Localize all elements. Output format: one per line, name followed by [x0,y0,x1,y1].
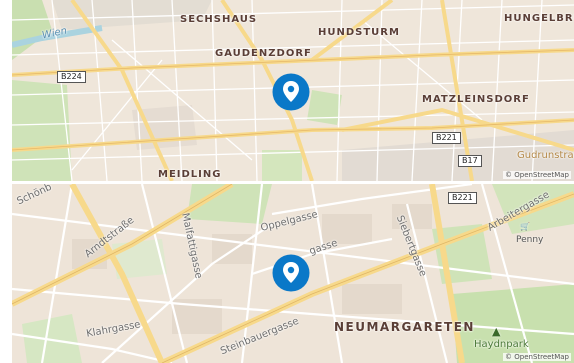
location-pin-icon[interactable] [272,254,310,292]
poi-label-penny: Penny [516,235,544,245]
map-attribution[interactable]: © OpenStreetMap [503,171,571,179]
district-label-neumargareten: NEUMARGARETEN [334,320,475,334]
map-attribution[interactable]: © OpenStreetMap [503,353,571,361]
tree-icon: ▲ [492,325,501,338]
map-overview[interactable]: SECHSHAUS HUNDSTURM HUNGELBRU GAUDENZDOR… [12,0,574,181]
park-label-haydnpark: Haydnpark [474,339,529,350]
district-label-meidling: MEIDLING [158,169,222,180]
shopping-cart-icon: 🛒 [520,222,530,231]
route-shield-b221: B221 [432,132,461,144]
map-detail[interactable]: Schönb Arndtstraße Malfattigasse Oppelga… [12,184,574,363]
route-shield-b224: B224 [57,71,86,83]
district-label-hundsturm: HUNDSTURM [318,27,400,38]
location-pin-icon[interactable] [272,73,310,111]
street-label-gudrunstrasse: Gudrunstraß [517,150,574,161]
district-label-hungelbrunn: HUNGELBRU [504,13,574,24]
route-shield-b221: B221 [448,192,477,204]
district-label-sechshaus: SECHSHAUS [180,14,258,25]
district-label-matzleinsdorf: MATZLEINSDORF [422,94,530,105]
route-shield-b17: B17 [458,155,482,167]
district-label-gaudenzdorf: GAUDENZDORF [215,48,312,59]
